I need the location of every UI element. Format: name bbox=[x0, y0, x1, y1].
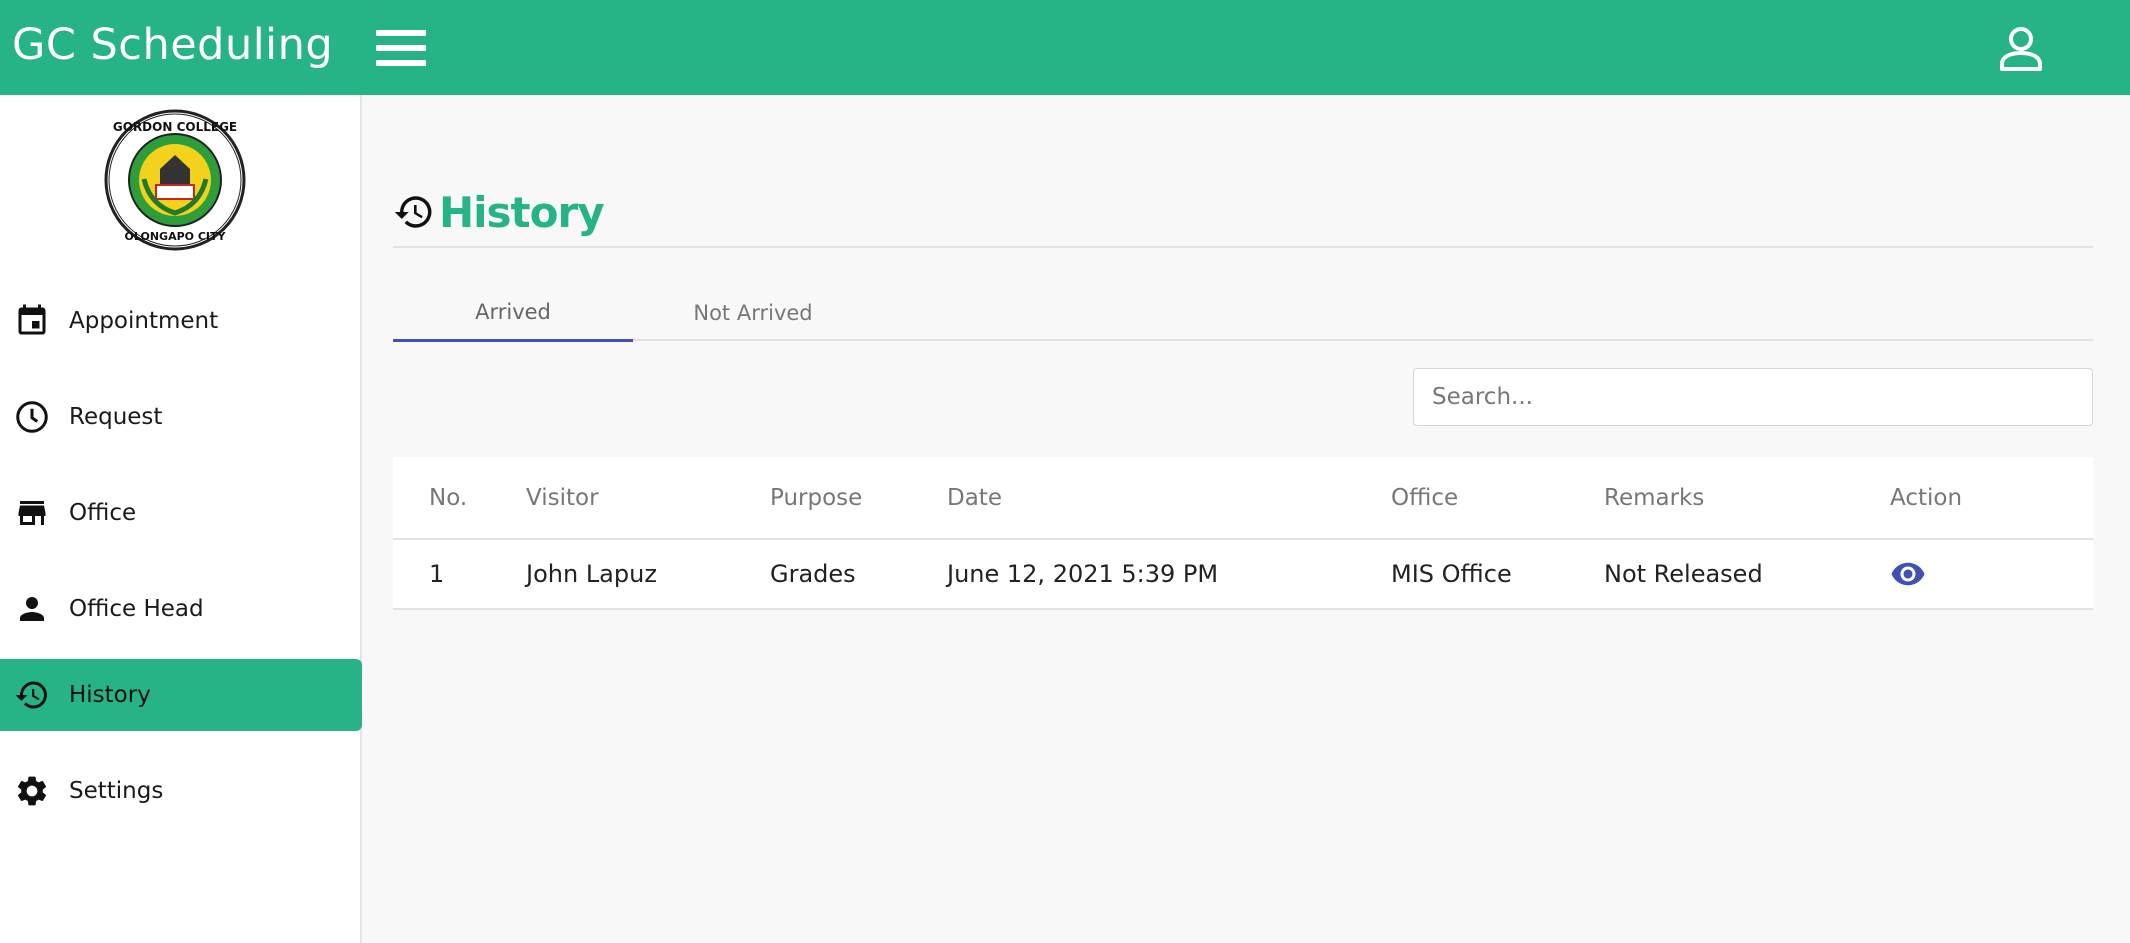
gear-icon bbox=[17, 776, 47, 806]
sidebar-item-label: Settings bbox=[69, 778, 164, 804]
page-title: History bbox=[439, 187, 605, 237]
cell-action bbox=[1890, 540, 1926, 608]
sidebar-item-office[interactable]: Office bbox=[0, 477, 362, 549]
cell-remarks: Not Released bbox=[1604, 560, 1763, 588]
tab-not-arrived[interactable]: Not Arrived bbox=[633, 285, 873, 341]
sidebar-item-request[interactable]: Request bbox=[0, 381, 362, 453]
sidebar-item-appointment[interactable]: Appointment bbox=[0, 285, 362, 357]
calendar-icon bbox=[18, 304, 46, 335]
cell-purpose: Grades bbox=[770, 560, 856, 588]
user-icon[interactable] bbox=[1996, 24, 2046, 74]
column-header-remarks: Remarks bbox=[1604, 484, 1705, 511]
sidebar-item-history[interactable]: History bbox=[0, 659, 362, 731]
divider bbox=[393, 246, 2093, 248]
store-icon bbox=[18, 501, 46, 525]
cell-office: MIS Office bbox=[1391, 560, 1512, 588]
sidebar-item-office-head[interactable]: Office Head bbox=[0, 573, 362, 645]
sidebar-item-label: Office Head bbox=[69, 596, 204, 622]
top-app-bar: GC Scheduling bbox=[0, 0, 2130, 95]
history-table: No. Visitor Purpose Date Office Remarks … bbox=[393, 457, 2093, 610]
history-icon bbox=[15, 681, 47, 709]
cell-no: 1 bbox=[429, 560, 445, 588]
sidebar-item-label: Office bbox=[69, 500, 137, 526]
tab-arrived[interactable]: Arrived bbox=[393, 285, 633, 342]
person-icon bbox=[20, 597, 44, 621]
cell-date: June 12, 2021 5:39 PM bbox=[947, 560, 1219, 588]
column-header-no: No. bbox=[429, 484, 468, 511]
sidebar-item-label: History bbox=[69, 682, 151, 708]
search-input[interactable] bbox=[1413, 368, 2093, 426]
app-title: GC Scheduling bbox=[12, 20, 334, 70]
column-header-action: Action bbox=[1890, 484, 1963, 511]
hamburger-icon[interactable] bbox=[376, 28, 426, 68]
column-header-office: Office bbox=[1391, 484, 1459, 511]
sidebar: GORDON COLLEGE OLONGAPO CITY Appointment… bbox=[0, 95, 362, 943]
column-header-date: Date bbox=[947, 484, 1002, 511]
eye-icon[interactable] bbox=[1890, 562, 1926, 586]
table-row: 1 John Lapuz Grades June 12, 2021 5:39 P… bbox=[393, 540, 2093, 610]
sidebar-item-label: Appointment bbox=[69, 308, 219, 334]
column-header-visitor: Visitor bbox=[526, 484, 599, 511]
svg-text:OLONGAPO CITY: OLONGAPO CITY bbox=[125, 230, 227, 243]
sidebar-item-label: Request bbox=[69, 404, 163, 430]
column-header-purpose: Purpose bbox=[770, 484, 863, 511]
svg-text:GORDON COLLEGE: GORDON COLLEGE bbox=[113, 120, 237, 134]
tab-bar: Arrived Not Arrived bbox=[393, 285, 2093, 342]
sidebar-item-settings[interactable]: Settings bbox=[0, 755, 362, 827]
gordon-college-logo: GORDON COLLEGE OLONGAPO CITY bbox=[104, 109, 246, 251]
history-icon bbox=[394, 196, 432, 228]
clock-icon bbox=[16, 401, 48, 433]
cell-visitor: John Lapuz bbox=[526, 560, 657, 588]
page-header: History bbox=[393, 181, 605, 243]
table-header-row: No. Visitor Purpose Date Office Remarks … bbox=[393, 457, 2093, 540]
